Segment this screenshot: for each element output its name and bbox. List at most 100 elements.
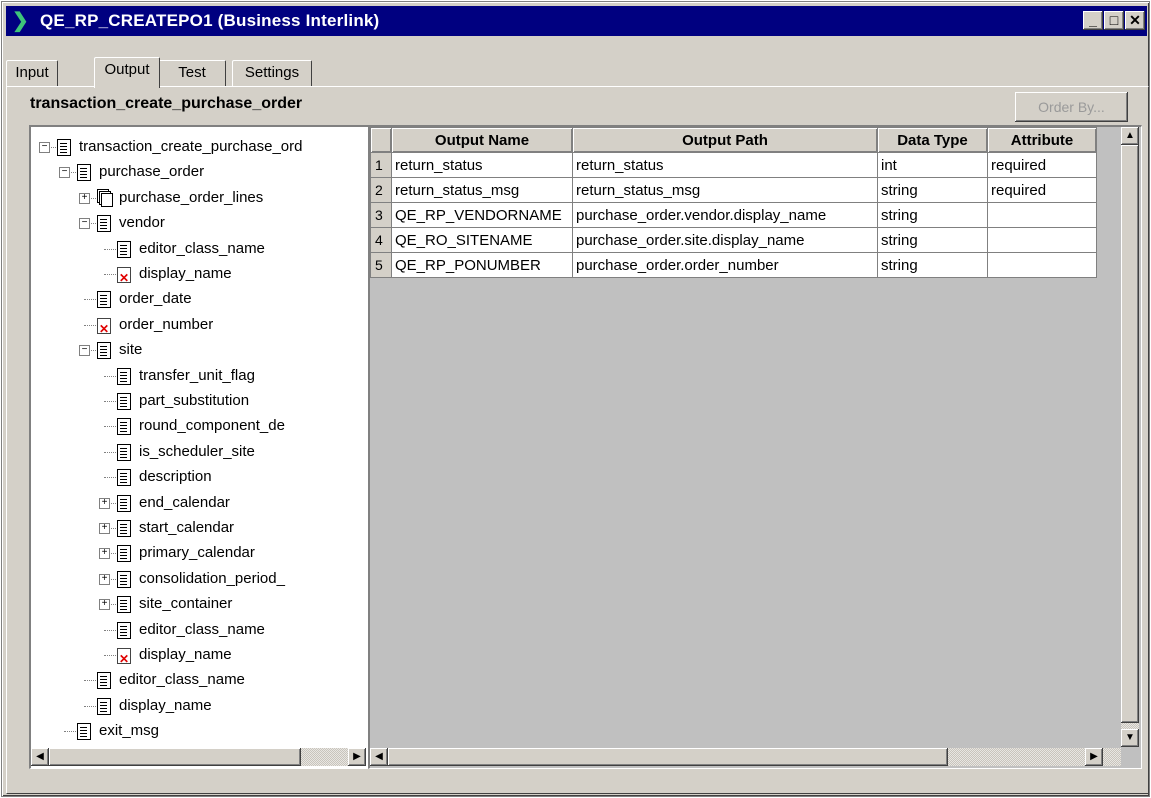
attribute-cell[interactable]: required xyxy=(987,177,1097,203)
tab-output[interactable]: Output xyxy=(94,57,160,88)
table-row[interactable]: 3 QE_RP_VENDORNAME purchase_order.vendor.d… xyxy=(370,202,1097,228)
collapse-icon[interactable]: − xyxy=(59,167,70,179)
tree-node[interactable]: order_number xyxy=(31,313,366,341)
tree-node-label: site xyxy=(119,341,143,359)
output-name-cell[interactable]: QE_RP_VENDORNAME xyxy=(391,202,573,228)
tree-node[interactable]: display_name xyxy=(31,262,366,290)
tree-node[interactable]: − site xyxy=(31,338,366,362)
attribute-cell[interactable] xyxy=(987,252,1097,278)
table-row[interactable]: 5 QE_RP_PONUMBER purchase_order.order_numb… xyxy=(370,252,1097,278)
tree-node[interactable]: + primary_calendar xyxy=(31,541,366,565)
close-button[interactable]: ✕ xyxy=(1125,11,1145,30)
expand-icon[interactable]: + xyxy=(99,523,110,534)
maximize-button[interactable]: □ xyxy=(1104,11,1124,30)
document-icon xyxy=(97,291,111,309)
expand-icon[interactable]: + xyxy=(99,548,110,560)
output-name-cell[interactable]: QE_RO_SITENAME xyxy=(391,227,573,253)
grid-scroll-left-button[interactable]: ◀ xyxy=(370,748,388,766)
tree-node-label: display_name xyxy=(139,265,232,282)
tree-node[interactable]: transfer_unit_flag xyxy=(31,364,366,388)
collapse-icon[interactable]: − xyxy=(39,142,50,153)
tree-node[interactable]: + site_container xyxy=(31,592,366,616)
document-icon xyxy=(117,240,131,258)
output-tree[interactable]: − transaction_create_purchase_ord − purchas… xyxy=(29,125,369,769)
tree-connector xyxy=(104,426,118,428)
row-number-cell[interactable]: 3 xyxy=(370,202,392,228)
tree-node[interactable]: editor_class_name xyxy=(31,668,366,692)
output-path-cell[interactable]: purchase_order.vendor.display_name xyxy=(572,202,878,228)
attribute-cell[interactable]: required xyxy=(987,152,1097,178)
data-type-cell[interactable]: string xyxy=(877,227,988,253)
tree-node[interactable]: − purchase_order xyxy=(31,160,366,184)
order-by-button[interactable]: Order By... xyxy=(1015,92,1128,122)
tree-node[interactable]: − vendor xyxy=(31,211,366,235)
row-number-cell[interactable]: 5 xyxy=(370,252,392,278)
data-type-cell[interactable]: string xyxy=(877,202,988,228)
tree-node[interactable]: round_component_de xyxy=(31,414,366,438)
expand-icon[interactable]: + xyxy=(99,599,110,611)
expand-icon[interactable]: + xyxy=(79,192,90,204)
tree-node[interactable]: editor_class_name xyxy=(31,237,366,261)
tree-node[interactable]: + start_calendar xyxy=(31,516,366,540)
tree-node[interactable]: + consolidation_period_ xyxy=(31,567,366,591)
output-grid[interactable]: Output Name Output Path Data Type Attrib… xyxy=(368,125,1142,769)
grid-scroll-right-button[interactable]: ▶ xyxy=(1085,748,1103,766)
attribute-cell[interactable] xyxy=(987,227,1097,253)
tree-node-label: vendor xyxy=(119,214,165,232)
row-number-cell[interactable]: 2 xyxy=(370,177,392,203)
data-type-cell[interactable]: int xyxy=(877,152,988,178)
output-path-cell[interactable]: purchase_order.order_number xyxy=(572,252,878,278)
table-row[interactable]: 4 QE_RO_SITENAME purchase_order.site.displ… xyxy=(370,227,1097,253)
column-header-attribute[interactable]: Attribute xyxy=(987,127,1097,153)
column-header-output-path[interactable]: Output Path xyxy=(572,127,878,153)
row-number-cell[interactable]: 4 xyxy=(370,227,392,253)
tree-node[interactable]: part_substitution xyxy=(31,389,366,413)
tab-settings[interactable]: Settings xyxy=(232,60,312,87)
grid-horizontal-scroll-thumb[interactable] xyxy=(388,748,948,766)
output-name-cell[interactable]: QE_RP_PONUMBER xyxy=(391,252,573,278)
grid-scroll-down-button[interactable]: ▼ xyxy=(1121,729,1139,747)
grid-scroll-up-button[interactable]: ▲ xyxy=(1121,127,1139,145)
tree-node[interactable]: + end_calendar xyxy=(31,491,366,515)
title-bar[interactable]: ❯ QE_RP_CREATEPO1 (Business Interlink) _… xyxy=(6,6,1147,36)
expand-icon[interactable]: + xyxy=(99,497,110,509)
row-number-cell[interactable]: 1 xyxy=(370,152,392,178)
table-row[interactable]: 1 return_status return_status int required xyxy=(370,152,1097,178)
attribute-cell[interactable] xyxy=(987,202,1097,228)
collapse-icon[interactable]: − xyxy=(79,218,90,230)
table-row[interactable]: 2 return_status_msg return_status_msg strin… xyxy=(370,177,1097,203)
tree-node[interactable]: description xyxy=(31,465,366,489)
expand-icon[interactable]: + xyxy=(99,573,110,585)
data-type-cell[interactable]: string xyxy=(877,177,988,203)
tree-horizontal-scrollbar[interactable]: ◀ ▶ xyxy=(31,748,366,766)
document-icon xyxy=(97,215,111,233)
output-name-cell[interactable]: return_status_msg xyxy=(391,177,573,203)
tree-node[interactable]: editor_class_name xyxy=(31,618,366,642)
column-header-data-type[interactable]: Data Type xyxy=(877,127,988,153)
tree-node[interactable]: exit_msg xyxy=(31,719,366,743)
tree-connector xyxy=(104,375,118,377)
tree-node[interactable]: order_date xyxy=(31,287,366,311)
tree-scroll-left-button[interactable]: ◀ xyxy=(31,748,49,766)
output-path-cell[interactable]: return_status xyxy=(572,152,878,178)
column-header-output-name[interactable]: Output Name xyxy=(391,127,573,153)
data-type-cell[interactable]: string xyxy=(877,252,988,278)
grid-horizontal-scrollbar[interactable]: ◀ ▶ xyxy=(370,748,1121,766)
grid-vertical-scrollbar[interactable]: ▲ ▼ xyxy=(1121,127,1139,747)
output-path-cell[interactable]: return_status_msg xyxy=(572,177,878,203)
tree-connector xyxy=(84,299,98,301)
minimize-button[interactable]: _ xyxy=(1083,11,1103,30)
collapse-icon[interactable]: − xyxy=(79,345,90,357)
tree-node[interactable]: is_scheduler_site xyxy=(31,440,366,464)
tree-scroll-right-button[interactable]: ▶ xyxy=(348,748,366,766)
tree-node[interactable]: + purchase_order_lines xyxy=(31,186,366,210)
tree-node[interactable]: − transaction_create_purchase_ord xyxy=(31,135,366,159)
tree-node[interactable]: display_name xyxy=(31,643,366,671)
tree-scroll-thumb[interactable] xyxy=(49,748,301,766)
tab-input[interactable]: Input xyxy=(6,60,58,87)
tab-test[interactable]: Test xyxy=(158,60,226,87)
output-name-cell[interactable]: return_status xyxy=(391,152,573,178)
tree-node[interactable]: display_name xyxy=(31,694,366,718)
output-path-cell[interactable]: purchase_order.site.display_name xyxy=(572,227,878,253)
grid-vertical-scroll-thumb[interactable] xyxy=(1121,145,1139,723)
